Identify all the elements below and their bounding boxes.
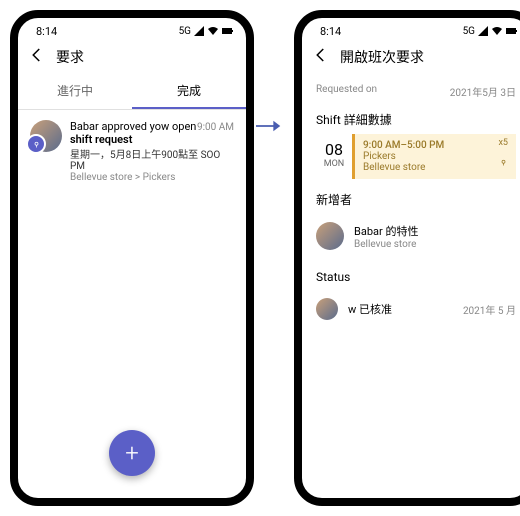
avatar xyxy=(316,298,338,320)
page-title: 開啟班次要求 xyxy=(340,47,424,67)
item-line2: shift request xyxy=(70,133,234,146)
status-text: w 已核准 xyxy=(348,301,392,317)
tab-done[interactable]: 完成 xyxy=(132,74,246,109)
tabs: 進行中 完成 xyxy=(18,74,246,110)
phone-right: 8:14 5G 開啟班次要求 Requested on 2021年5月 3日 S… xyxy=(294,10,520,506)
avatar xyxy=(30,120,62,152)
shift-group: Pickers xyxy=(363,151,508,162)
requested-on-label: Requested on xyxy=(316,84,377,99)
item-line3: 星期一，5月8日上午900點至 SOO PM xyxy=(70,146,234,172)
plus-icon: + xyxy=(125,439,139,467)
header: 要求 xyxy=(18,40,246,74)
fab-add[interactable]: + xyxy=(109,430,155,476)
request-item[interactable]: Babar approved yow open 9:00 AM shift re… xyxy=(18,110,246,193)
battery-icon xyxy=(222,27,234,35)
status-row: w 已核准 2021年 5 月 xyxy=(302,290,520,328)
openshift-badge-icon xyxy=(26,134,46,154)
status-bar: 8:14 5G xyxy=(302,18,520,40)
shift-time: 9:00 AM–5:00 PM xyxy=(363,140,508,151)
shift-row[interactable]: 08 MON 9:00 AM–5:00 PM Pickers Bellevue … xyxy=(302,134,520,179)
shift-card: 9:00 AM–5:00 PM Pickers Bellevue store x… xyxy=(352,134,516,179)
item-body: Babar approved yow open 9:00 AM shift re… xyxy=(70,120,234,183)
item-line4: Bellevue store > Pickers xyxy=(70,172,234,183)
battery-icon xyxy=(506,27,518,35)
status-bar: 8:14 5G xyxy=(18,18,246,40)
pin-icon xyxy=(499,152,508,171)
added-by-row[interactable]: Babar 的特性 Bellevue store xyxy=(302,214,520,258)
tab-inprogress[interactable]: 進行中 xyxy=(18,74,132,109)
requested-on-row: Requested on 2021年5月 3日 xyxy=(302,74,520,99)
clock: 8:14 xyxy=(36,25,57,38)
header: 開啟班次要求 xyxy=(302,40,520,74)
page-title: 要求 xyxy=(56,47,84,67)
phone-left: 8:14 5G 要求 進行中 完成 Babar approved yow ope… xyxy=(10,10,254,506)
item-line1: Babar approved yow open xyxy=(70,120,196,133)
status-icons: 5G xyxy=(463,26,518,37)
shift-count: x5 xyxy=(498,138,508,148)
wifi-icon xyxy=(207,26,219,36)
signal-icon xyxy=(478,26,488,36)
wifi-icon xyxy=(491,26,503,36)
status-icons: 5G xyxy=(179,26,234,37)
signal-icon xyxy=(194,26,204,36)
item-time: 9:00 AM xyxy=(197,122,234,133)
shift-store: Bellevue store xyxy=(363,162,508,173)
added-by-text: Babar 的特性 Bellevue store xyxy=(354,223,418,250)
avatar xyxy=(316,222,344,250)
shift-section-title: Shift 詳細數據 xyxy=(302,99,520,134)
status-date: 2021年 5 月 xyxy=(463,302,516,317)
added-by-label: 新增者 xyxy=(302,179,520,214)
shift-date: 08 MON xyxy=(316,134,352,179)
status-label: Status xyxy=(302,258,520,290)
back-icon[interactable] xyxy=(28,46,46,68)
back-icon[interactable] xyxy=(312,46,330,68)
requested-on-date: 2021年5月 3日 xyxy=(450,84,516,99)
clock: 8:14 xyxy=(320,25,341,38)
